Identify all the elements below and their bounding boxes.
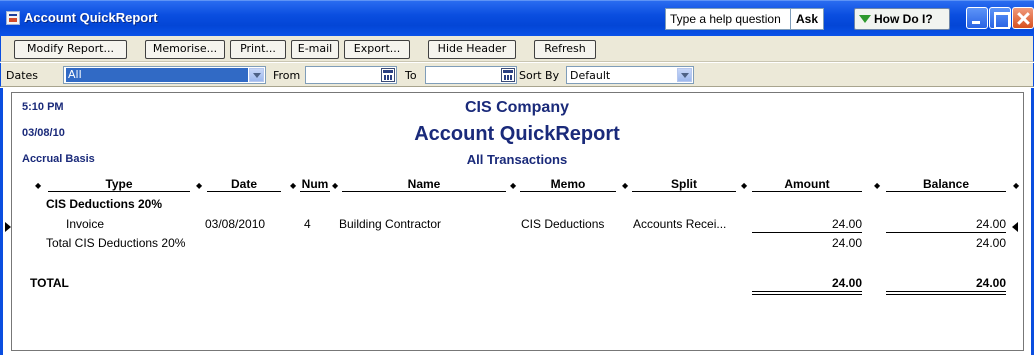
grand-total-amount: 24.00 xyxy=(831,276,862,290)
row-balance[interactable]: 24.00 xyxy=(886,217,1006,231)
maximize-button[interactable] xyxy=(989,7,1011,29)
group-total-balance: 24.00 xyxy=(975,236,1006,250)
grand-total-balance-rule-1 xyxy=(886,291,1006,292)
sort-by-selected-value: Default xyxy=(570,69,611,82)
row-split[interactable]: Accounts Recei... xyxy=(633,217,726,231)
column-diamond-icon[interactable]: ◆ xyxy=(1013,181,1019,190)
to-date-field[interactable] xyxy=(425,66,517,84)
window-title: Account QuickReport xyxy=(24,10,158,25)
column-diamond-icon[interactable]: ◆ xyxy=(874,181,880,190)
column-diamond-icon[interactable]: ◆ xyxy=(35,181,41,190)
chevron-down-icon[interactable] xyxy=(249,68,264,82)
calendar-icon[interactable] xyxy=(501,68,515,82)
group-total-label: Total CIS Deductions 20% xyxy=(46,236,186,250)
dates-selected-value: All xyxy=(66,68,248,82)
column-header-amount[interactable]: Amount xyxy=(752,177,862,192)
balance-rule xyxy=(886,232,1006,233)
minimize-button[interactable] xyxy=(966,7,988,29)
sort-by-select[interactable]: Default xyxy=(566,66,694,84)
company-name: CIS Company xyxy=(464,99,569,116)
report-subtitle: All Transactions xyxy=(466,152,568,167)
dates-label: Dates xyxy=(6,69,39,82)
grand-total-label: TOTAL xyxy=(30,276,69,290)
dates-select[interactable]: All xyxy=(63,66,266,84)
page-title: Account QuickReport xyxy=(414,123,620,145)
row-pointer-right-icon xyxy=(1012,222,1018,232)
modify-report-button[interactable]: Modify Report... xyxy=(14,40,127,59)
hide-header-button[interactable]: Hide Header xyxy=(428,40,516,59)
column-header-date[interactable]: Date xyxy=(207,177,281,192)
calendar-icon[interactable] xyxy=(381,68,395,82)
column-diamond-icon[interactable]: ◆ xyxy=(510,181,516,190)
row-name[interactable]: Building Contractor xyxy=(339,217,441,231)
export-button[interactable]: Export... xyxy=(344,40,410,59)
row-pointer-left-icon xyxy=(5,222,11,232)
ask-button[interactable]: Ask xyxy=(790,8,824,30)
row-type[interactable]: Invoice xyxy=(66,217,104,231)
column-header-split[interactable]: Split xyxy=(632,177,736,192)
title-bar: Account QuickReport Type a help question… xyxy=(0,0,1034,36)
row-date[interactable]: 03/08/2010 xyxy=(205,217,265,231)
column-diamond-icon[interactable]: ◆ xyxy=(741,181,747,190)
from-label: From xyxy=(273,69,301,82)
close-button[interactable] xyxy=(1012,7,1034,29)
column-header-num[interactable]: Num xyxy=(300,177,330,192)
to-label: To xyxy=(405,69,417,82)
column-diamond-icon[interactable]: ◆ xyxy=(290,181,296,190)
how-do-i-label: How Do I? xyxy=(874,12,933,26)
grand-total-amount-rule-2 xyxy=(752,294,862,295)
how-do-i-button[interactable]: How Do I? xyxy=(854,8,950,30)
grand-total-balance: 24.00 xyxy=(975,276,1006,290)
grand-total-amount-rule-1 xyxy=(752,291,862,292)
report-window-icon xyxy=(6,11,20,25)
report-toolbar: Modify Report... Memorise... Print... E-… xyxy=(0,36,1034,62)
dropdown-triangle-icon xyxy=(859,15,871,23)
chevron-down-icon[interactable] xyxy=(677,68,692,82)
column-diamond-icon[interactable]: ◆ xyxy=(196,181,202,190)
row-amount[interactable]: 24.00 xyxy=(752,217,862,231)
from-date-field[interactable] xyxy=(305,66,397,84)
help-question-input[interactable]: Type a help question xyxy=(665,8,791,30)
column-header-memo[interactable]: Memo xyxy=(520,177,616,192)
column-diamond-icon[interactable]: ◆ xyxy=(332,181,338,190)
group-label: CIS Deductions 20% xyxy=(46,197,163,211)
grand-total-balance-rule-2 xyxy=(886,294,1006,295)
group-total-amount: 24.00 xyxy=(831,236,862,250)
column-diamond-icon[interactable]: ◆ xyxy=(622,181,628,190)
amount-rule xyxy=(752,232,862,233)
memorise-button[interactable]: Memorise... xyxy=(145,40,225,59)
refresh-button[interactable]: Refresh xyxy=(534,40,596,59)
column-header-type[interactable]: Type xyxy=(48,177,190,192)
column-header-balance[interactable]: Balance xyxy=(886,177,1006,192)
row-memo[interactable]: CIS Deductions xyxy=(521,217,604,231)
print-button[interactable]: Print... xyxy=(230,40,286,59)
filter-bar: Dates All From To Sort By Default xyxy=(0,63,1034,87)
sort-by-label: Sort By xyxy=(519,69,560,82)
column-header-name[interactable]: Name xyxy=(342,177,506,192)
row-num[interactable]: 4 xyxy=(304,217,311,231)
email-button[interactable]: E-mail xyxy=(291,40,339,59)
